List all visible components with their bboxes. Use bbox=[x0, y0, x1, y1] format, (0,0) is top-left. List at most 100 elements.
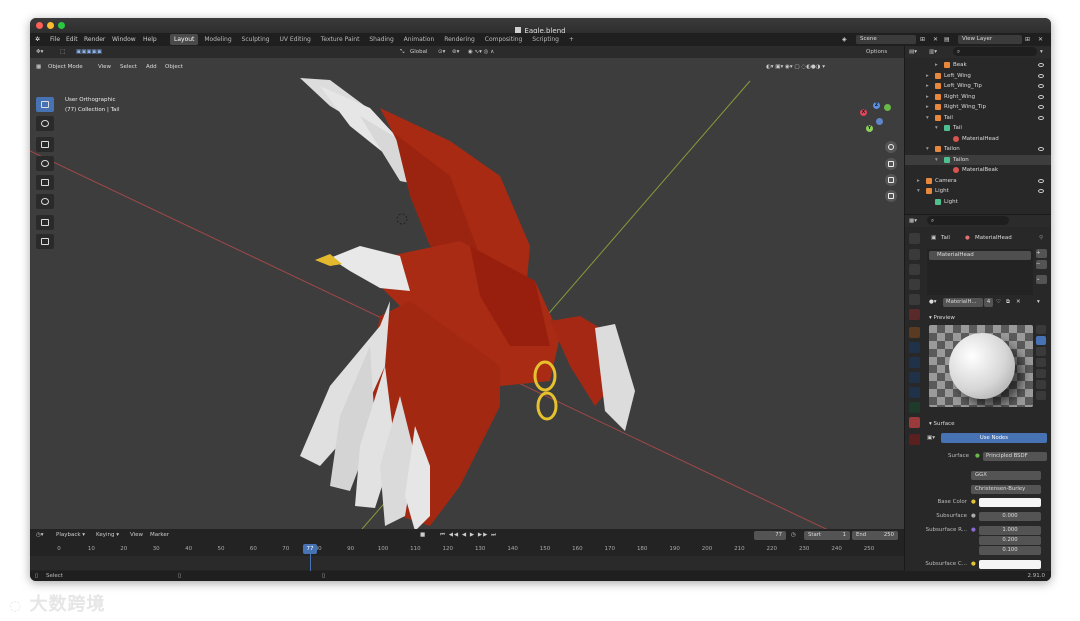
material-browse-icon[interactable]: ●▾ bbox=[929, 298, 937, 307]
tab-sculpting[interactable]: Sculpting bbox=[238, 34, 274, 45]
object-tab-icon[interactable] bbox=[909, 327, 920, 338]
subsurface-radius-x[interactable]: 1.000 bbox=[979, 526, 1041, 535]
gizmo-z[interactable]: Z bbox=[873, 102, 880, 109]
expand-arrow-icon[interactable]: ▾ bbox=[917, 186, 920, 197]
clock-icon[interactable]: ◷ bbox=[791, 531, 796, 540]
view-layer-icon[interactable]: ▤ bbox=[944, 33, 950, 46]
texture-tab-icon[interactable] bbox=[909, 434, 920, 445]
surface-shader-select[interactable]: Principled BSDF bbox=[983, 452, 1047, 461]
material-tab-icon[interactable] bbox=[909, 417, 920, 428]
constraints-tab-icon[interactable] bbox=[909, 387, 920, 398]
3d-viewport[interactable]: ✥▾ ⬚ ▣▣▣▣▣ ⤡ Global ⊙▾ ⊚▾ ◉ ∿▾ ◎ ∧ Optio… bbox=[30, 46, 904, 529]
visibility-eye-icon[interactable] bbox=[1038, 84, 1044, 88]
material-name-field[interactable]: MaterialH... bbox=[943, 298, 983, 307]
add-workspace-button[interactable]: + bbox=[565, 34, 578, 45]
new-view-layer-icon[interactable]: ⊞ bbox=[1025, 33, 1030, 46]
visibility-eye-icon[interactable] bbox=[1038, 63, 1044, 67]
physics-tab-icon[interactable] bbox=[909, 372, 920, 383]
subsurface-radius-z[interactable]: 0.100 bbox=[979, 546, 1041, 555]
outliner-item[interactable]: ▸ Left_Wing_Tip bbox=[905, 81, 1051, 92]
timeline-editor-icon[interactable]: ◷▾ bbox=[36, 531, 44, 540]
minimize-window-button[interactable] bbox=[47, 22, 54, 29]
properties-editor-icon[interactable]: ▦▾ bbox=[909, 215, 917, 227]
preview-shaderball-icon[interactable] bbox=[1036, 369, 1046, 378]
visibility-eye-icon[interactable] bbox=[1038, 147, 1044, 151]
3d-cursor[interactable] bbox=[396, 213, 408, 225]
tool-rotate[interactable] bbox=[36, 156, 54, 171]
material-users-count[interactable]: 4 bbox=[984, 298, 993, 307]
outliner-editor-icon[interactable]: ▤▾ bbox=[909, 46, 917, 58]
tool-move[interactable] bbox=[36, 137, 54, 152]
new-scene-icon[interactable]: ⊞ bbox=[920, 33, 925, 46]
copy-material-icon[interactable]: ⧉ bbox=[1006, 298, 1010, 307]
display-mode-icon[interactable]: ▥▾ bbox=[929, 46, 937, 58]
tab-texture-paint[interactable]: Texture Paint bbox=[317, 34, 364, 45]
scene-tab-icon[interactable] bbox=[909, 294, 920, 305]
gizmo-y[interactable]: Y bbox=[866, 125, 873, 132]
end-frame-field[interactable]: End 250 bbox=[852, 531, 898, 540]
delete-scene-icon[interactable]: ✕ bbox=[933, 33, 938, 46]
record-button[interactable]: ■ bbox=[420, 531, 425, 540]
tool-cursor[interactable] bbox=[36, 116, 54, 131]
unlink-material-icon[interactable]: ✕ bbox=[1016, 298, 1021, 307]
outliner-search-input[interactable] bbox=[953, 47, 1037, 56]
menu-window[interactable]: Window bbox=[112, 33, 136, 46]
tool-select[interactable] bbox=[36, 97, 54, 112]
close-window-button[interactable] bbox=[36, 22, 43, 29]
tool-tab-icon[interactable] bbox=[909, 233, 920, 244]
expand-arrow-icon[interactable]: ▾ bbox=[935, 123, 938, 134]
tab-rendering[interactable]: Rendering bbox=[440, 34, 479, 45]
tool-annotate[interactable] bbox=[36, 215, 54, 230]
menu-marker[interactable]: Marker bbox=[150, 531, 169, 540]
preview-panel-header[interactable]: ▾ Preview bbox=[929, 313, 955, 323]
outliner-item[interactable]: ▸ Right_Wing bbox=[905, 92, 1051, 103]
tab-animation[interactable]: Animation bbox=[400, 34, 439, 45]
preview-cloth-icon[interactable] bbox=[1036, 380, 1046, 389]
playhead-frame-label[interactable]: 77 bbox=[303, 544, 317, 554]
output-tab-icon[interactable] bbox=[909, 264, 920, 275]
subsurface-method-select[interactable]: Christensen-Burley bbox=[971, 485, 1041, 494]
base-color-swatch[interactable] bbox=[979, 498, 1041, 507]
particles-tab-icon[interactable] bbox=[909, 357, 920, 368]
menu-keying[interactable]: Keying ▾ bbox=[96, 531, 119, 540]
menu-object[interactable]: Object bbox=[165, 63, 183, 71]
visibility-icons[interactable]: ◐▾ ▣▾ ◉▾ ▢ ◌◐●◑ ▾ bbox=[766, 63, 825, 71]
filter-icon[interactable]: ▾ bbox=[1040, 46, 1043, 58]
slot-specials-button[interactable]: ⌄ bbox=[1036, 275, 1047, 284]
tab-compositing[interactable]: Compositing bbox=[481, 34, 527, 45]
outliner-item[interactable]: ▾ Tail bbox=[905, 113, 1051, 124]
visibility-eye-icon[interactable] bbox=[1038, 105, 1044, 109]
pin-icon[interactable]: ⚲ bbox=[1039, 233, 1043, 243]
gizmo-y-neg[interactable] bbox=[884, 104, 891, 111]
visibility-eye-icon[interactable] bbox=[1038, 115, 1044, 120]
distribution-select[interactable]: GGX bbox=[971, 471, 1041, 480]
menu-render[interactable]: Render bbox=[84, 33, 105, 46]
preview-fluid-icon[interactable] bbox=[1036, 391, 1046, 400]
menu-playback[interactable]: Playback ▾ bbox=[56, 531, 85, 540]
use-nodes-button[interactable]: Use Nodes bbox=[941, 433, 1047, 443]
start-frame-field[interactable]: Start 1 bbox=[804, 531, 850, 540]
outliner-item[interactable]: ▾ Light bbox=[905, 186, 1051, 197]
tab-uv-editing[interactable]: UV Editing bbox=[276, 34, 315, 45]
expand-arrow-icon[interactable]: ▸ bbox=[926, 92, 929, 103]
visibility-eye-icon[interactable] bbox=[1038, 178, 1044, 183]
preview-cube-icon[interactable] bbox=[1036, 347, 1046, 356]
scene-icon[interactable]: ◈ bbox=[842, 33, 847, 46]
subsurface-field[interactable]: 0.000 bbox=[979, 512, 1041, 521]
preview-hair-icon[interactable] bbox=[1036, 358, 1046, 367]
preview-sphere-icon[interactable] bbox=[1036, 336, 1046, 345]
expand-arrow-icon[interactable]: ▸ bbox=[917, 176, 920, 187]
expand-arrow-icon[interactable]: ▸ bbox=[926, 71, 929, 82]
expand-arrow-icon[interactable]: ▸ bbox=[926, 81, 929, 92]
material-slot[interactable]: MaterialHead bbox=[929, 251, 1031, 260]
mode-select[interactable]: Object Mode bbox=[48, 63, 83, 71]
outliner-item[interactable]: ▸ Beak bbox=[905, 60, 1051, 71]
expand-arrow-icon[interactable]: ▾ bbox=[935, 155, 938, 166]
view-layer-selector[interactable]: View Layer bbox=[958, 35, 1022, 44]
blender-logo-icon[interactable]: ✲ bbox=[35, 33, 40, 46]
expand-arrow-icon[interactable]: ▾ bbox=[926, 144, 929, 155]
visibility-eye-icon[interactable] bbox=[1038, 94, 1044, 99]
expand-arrow-icon[interactable]: ▸ bbox=[926, 102, 929, 113]
delete-view-layer-icon[interactable]: ✕ bbox=[1038, 33, 1043, 46]
tool-transform[interactable] bbox=[36, 194, 54, 209]
